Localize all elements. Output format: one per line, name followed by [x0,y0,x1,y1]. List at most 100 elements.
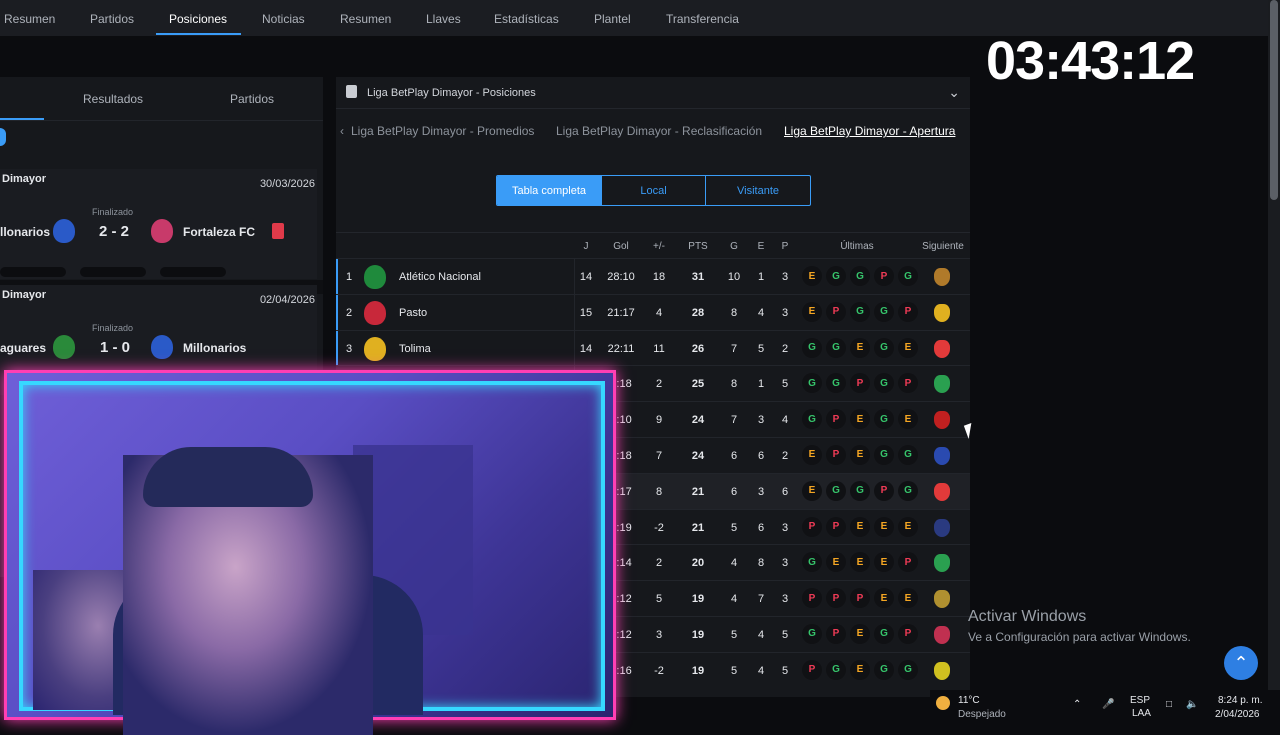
team-name[interactable]: Tolima [399,343,431,355]
cell-p: 3 [781,593,789,606]
form-badge: E [898,337,918,358]
tab-llaves[interactable]: Llaves [426,12,461,26]
tab-posiciones[interactable]: Posiciones [169,12,227,26]
next-opponent-crest-icon[interactable] [934,268,950,286]
cell-e: 1 [757,271,765,283]
tab-partidos-panel[interactable]: Partidos [230,92,274,106]
cell-p: 4 [781,414,789,427]
cell-e: 4 [757,306,765,319]
recent-form: GEEEP [802,552,918,573]
position-indicator [336,294,338,330]
tab-partidos[interactable]: Partidos [90,12,134,26]
tray-chevron-icon[interactable]: ⌃ [1073,699,1081,710]
tab-noticias[interactable]: Noticias [262,12,305,26]
cell-pts: 19 [691,628,705,641]
clock-date[interactable]: 2/04/2026 [1215,709,1260,720]
form-badge: P [826,301,846,322]
team-crest-icon [364,300,386,325]
breadcrumb-back-icon[interactable]: ‹ [340,124,344,138]
next-opponent-crest-icon[interactable] [934,411,950,430]
table-row[interactable]: 1 Atlético Nacional 14 28:10 18 31 10 1 3 E G G P G [336,258,970,294]
segment-local[interactable]: Local [602,176,706,205]
form-badge: E [850,623,870,644]
cell-g: 7 [730,414,738,427]
speaker-icon[interactable]: 🔈 [1186,699,1198,710]
stream-timer: 03:43:12 [986,31,1195,91]
tab-resultados[interactable]: Resultados [83,92,143,106]
fortaleza-crest-icon [151,219,173,243]
crumb-reclasificacion[interactable]: Liga BetPlay Dimayor - Reclasificación [556,124,762,138]
scroll-to-top-button[interactable]: ⌃ [1224,646,1258,680]
match-actions [0,267,226,277]
next-opponent-crest-icon[interactable] [934,661,950,680]
segment-visitante[interactable]: Visitante [706,176,810,205]
crumb-promedios[interactable]: Liga BetPlay Dimayor - Promedios [351,124,534,138]
cell-pts: 24 [691,449,705,462]
next-opponent-crest-icon[interactable] [934,590,950,609]
form-badge: G [802,409,822,430]
match-card[interactable]: Dimayor 30/03/2026 Finalizado llonarios … [0,169,317,279]
toggle-switch[interactable] [0,128,6,146]
form-badge: G [850,301,870,322]
form-badge: P [898,301,918,322]
form-badge: G [874,444,894,465]
cell-pts: 25 [691,378,705,391]
red-card-icon [272,223,284,239]
next-opponent-crest-icon[interactable] [934,482,950,501]
standings-header[interactable]: Liga BetPlay Dimayor - Posiciones ⌄ [336,77,970,109]
streamer-cap [143,447,313,507]
next-opponent-crest-icon[interactable] [934,375,950,394]
form-badge: P [874,266,894,286]
table-row[interactable]: 2 Pasto 15 21:17 4 28 8 4 3 E P G G P [336,293,970,330]
column-divider [574,330,575,366]
form-badge: E [802,266,822,286]
cell-e: 1 [757,378,765,391]
keyboard-layout[interactable]: LAA [1132,708,1151,719]
crumb-apertura[interactable]: Liga BetPlay Dimayor - Apertura [784,124,955,138]
tab-resumen-2[interactable]: Resumen [340,12,391,26]
microphone-icon[interactable]: 🎤 [1102,699,1114,710]
table-row[interactable]: 3 Tolima 14 22:11 11 26 7 5 2 G G E G E [336,329,970,366]
form-badge: G [874,373,894,394]
match-date: 30/03/2026 [259,178,315,190]
cell-pts: 20 [691,557,705,570]
team-name[interactable]: Pasto [399,307,427,319]
tab-estadisticas[interactable]: Estadísticas [494,12,559,26]
clock-time[interactable]: 8:24 p. m. [1218,695,1262,706]
form-badge: P [874,480,894,501]
recent-form: EPGGP [802,301,918,322]
activate-subtitle: Ve a Configuración para activar Windows. [968,630,1191,644]
cell-g: 6 [730,449,738,462]
form-badge: E [850,552,870,573]
cell-pts: 21 [691,485,705,498]
millonarios-crest-icon [53,219,75,243]
team-name[interactable]: Atlético Nacional [399,271,481,283]
next-opponent-crest-icon[interactable] [934,303,950,322]
cell-e: 3 [757,414,765,427]
next-opponent-crest-icon[interactable] [934,446,950,465]
cell-gol: 21:17 [607,306,635,319]
match-status: Finalizado [92,207,134,217]
table-header: J Gol +/- PTS G E P Últimas Siguiente [336,232,970,258]
column-divider [574,259,575,294]
network-icon[interactable]: □ [1166,699,1172,710]
tab-resumen[interactable]: Resumen [4,12,55,26]
segment-tabla-completa[interactable]: Tabla completa [497,176,602,205]
match-league: Dimayor [2,173,47,185]
recent-form: GGPGP [802,373,918,394]
form-badge: E [898,588,918,609]
language-indicator[interactable]: ESP [1130,695,1150,706]
tab-plantel[interactable]: Plantel [594,12,631,26]
chevron-down-icon[interactable]: ⌄ [948,84,960,101]
next-opponent-crest-icon[interactable] [934,625,950,644]
row-position: 2 [346,306,353,319]
page-scrollbar[interactable] [1268,0,1280,690]
col-pts: PTS [688,241,708,252]
cell-g: 5 [730,521,738,534]
next-opponent-crest-icon[interactable] [934,518,950,537]
next-opponent-crest-icon[interactable] [934,554,950,573]
cell-diff: -2 [654,664,664,677]
tab-transferencia[interactable]: Transferencia [666,12,739,26]
next-opponent-crest-icon[interactable] [934,339,950,358]
cell-g: 8 [730,378,738,391]
